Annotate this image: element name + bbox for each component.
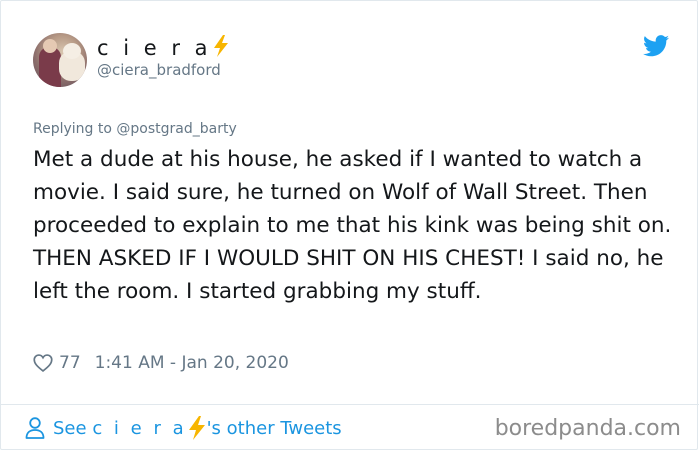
replying-to-label: Replying to bbox=[33, 121, 112, 137]
avatar-person-head bbox=[43, 39, 57, 53]
avatar[interactable] bbox=[33, 33, 87, 87]
twitter-bird-icon[interactable] bbox=[643, 35, 669, 57]
see-prefix: See bbox=[53, 417, 87, 439]
avatar-dog-head bbox=[63, 43, 81, 59]
avatar-person-shape bbox=[39, 47, 61, 87]
tweet-text: Met a dude at his house, he asked if I w… bbox=[33, 147, 672, 304]
author-handle[interactable]: @ciera_bradford bbox=[97, 61, 221, 79]
divider bbox=[1, 404, 699, 405]
replying-to-line: Replying to @postgrad_barty bbox=[33, 121, 237, 137]
lightning-bolt-icon bbox=[213, 35, 228, 57]
see-other-tweets-link[interactable]: See c i e r a 's other Tweets bbox=[25, 414, 342, 442]
tweet-timestamp[interactable]: 1:41 AM - Jan 20, 2020 bbox=[95, 353, 289, 373]
reply-handle-link[interactable]: @postgrad_barty bbox=[116, 121, 236, 137]
tweet-meta: 77 1:41 AM - Jan 20, 2020 bbox=[33, 351, 289, 375]
author-display-name[interactable]: c i e r a bbox=[97, 35, 230, 60]
lightning-bolt-icon bbox=[188, 416, 205, 440]
see-suffix: 's other Tweets bbox=[206, 417, 342, 439]
watermark: boredpanda.com bbox=[494, 416, 681, 441]
person-icon bbox=[25, 417, 45, 439]
tweet-card: c i e r a @ciera_bradford Replying to @p… bbox=[0, 0, 699, 450]
see-author-name: c i e r a bbox=[92, 417, 187, 439]
author-name-text: c i e r a bbox=[97, 36, 212, 60]
like-count: 77 bbox=[59, 353, 81, 373]
heart-icon[interactable] bbox=[33, 353, 53, 373]
